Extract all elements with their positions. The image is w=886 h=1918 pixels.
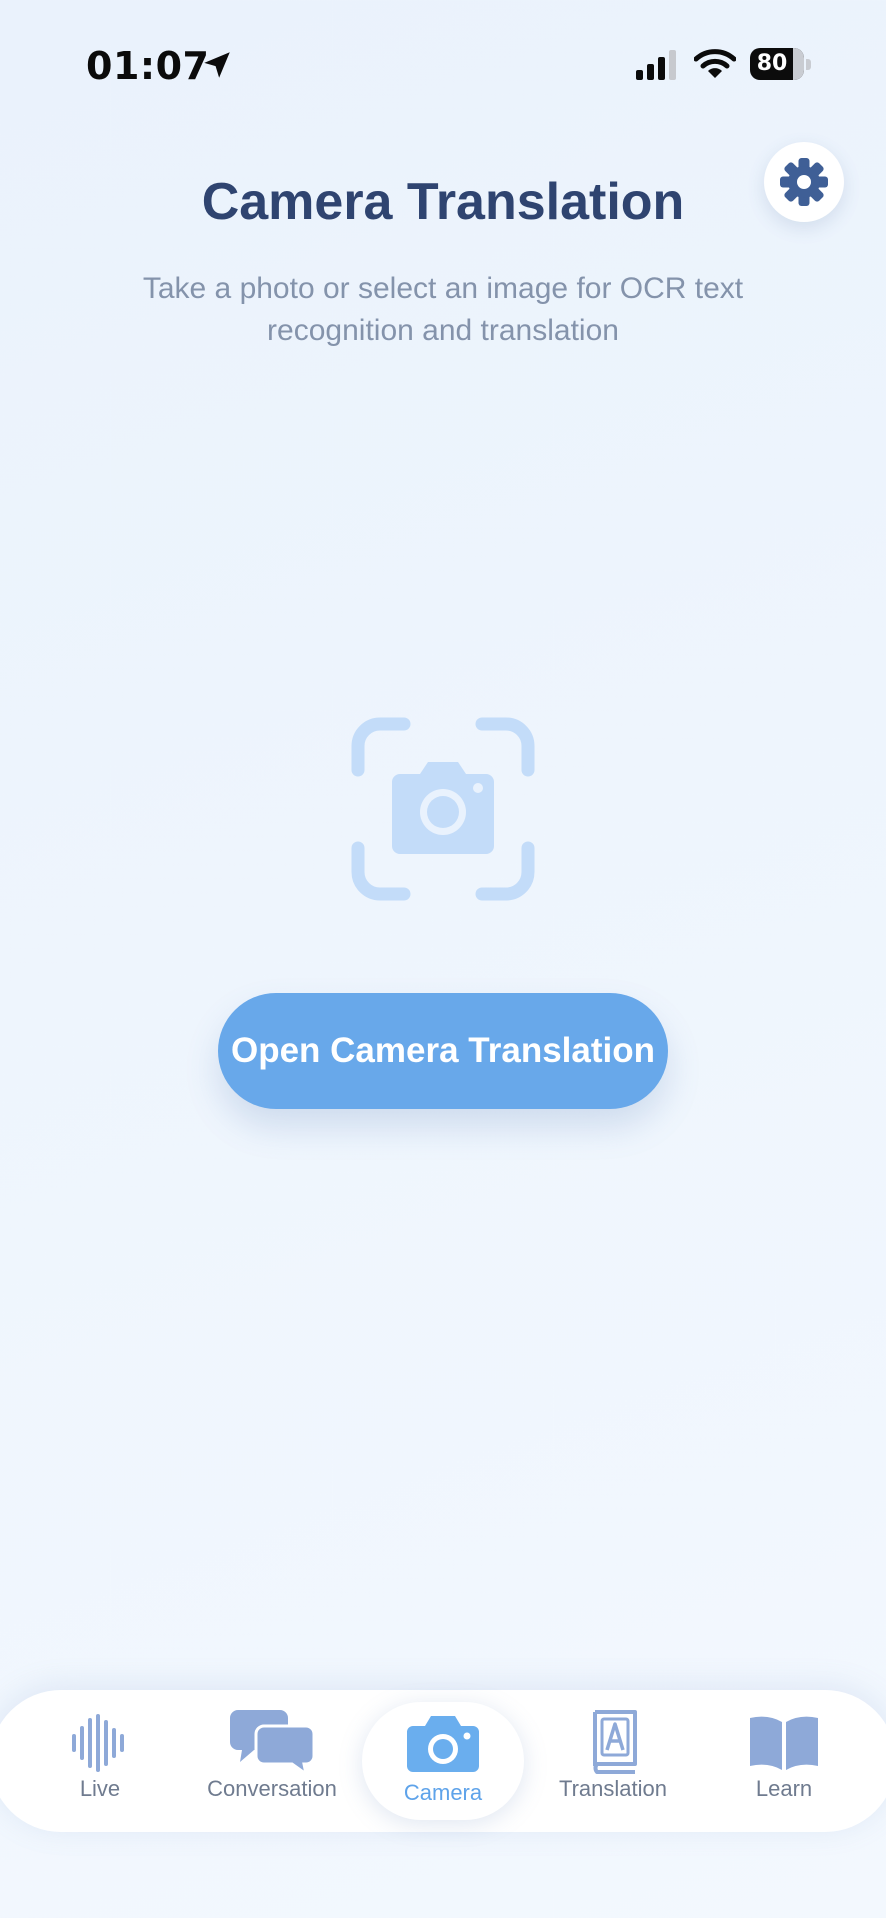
open-camera-translation-button[interactable]: Open Camera Translation [218,993,668,1109]
tab-translation-label: Translation [558,1776,667,1801]
cellular-signal-icon [636,50,676,80]
camera-icon [407,1716,479,1772]
wifi-icon [694,49,736,78]
chat-bubbles-icon [230,1710,316,1774]
location-arrow-icon [204,52,230,78]
tab-camera-label: Camera [403,1780,483,1805]
waveform-icon [72,1714,124,1772]
tab-conversation-label: Conversation [207,1776,337,1801]
tab-conversation[interactable]: Conversation [192,1690,352,1832]
tab-learn-label: Learn [755,1776,813,1801]
dictionary-book-icon [593,1710,637,1774]
status-time: 01:07 [86,44,210,88]
page-subtitle: Take a photo or select an image for OCR … [142,272,744,347]
battery-percent: 80 [756,51,788,76]
battery-indicator: 80 [750,48,812,82]
tab-live-label: Live [79,1776,121,1801]
page-title: Camera Translation [201,173,685,231]
tab-learn[interactable]: Learn [724,1690,844,1832]
open-book-icon [750,1716,818,1770]
tab-camera[interactable]: Camera [382,1690,504,1832]
tab-translation[interactable]: Translation [548,1690,678,1832]
tab-live[interactable]: Live [40,1690,160,1832]
status-bar: 01:07 80 [0,0,886,130]
camera-scan-icon [351,717,535,901]
